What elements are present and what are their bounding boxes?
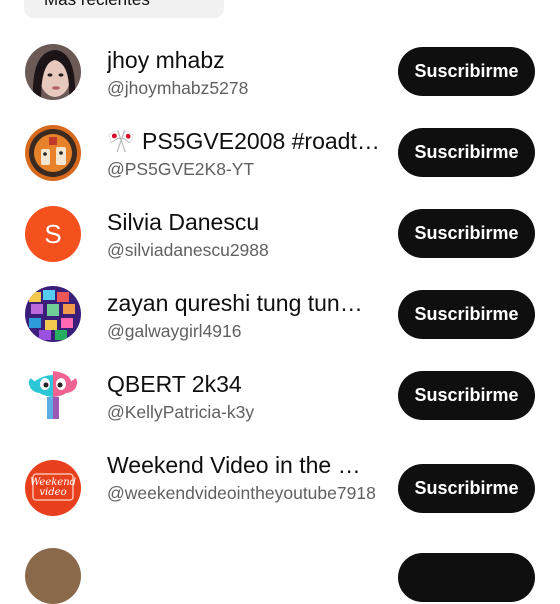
channel-name: 🎌 PS5GVE2008 #roadt…: [107, 128, 380, 154]
subscribe-button[interactable]: Suscribirme: [398, 464, 535, 513]
channel-name: QBERT 2k34: [107, 371, 242, 397]
subscribe-button[interactable]: Suscribirme: [398, 209, 535, 258]
weekend-video-logo-icon: Weekend video: [25, 460, 81, 516]
channel-avatar[interactable]: Weekend video: [25, 460, 81, 516]
channel-avatar[interactable]: [25, 367, 81, 423]
channel-handle: @jhoymhabz5278: [107, 78, 249, 98]
logo-line-2: video: [39, 487, 66, 498]
subscribe-button[interactable]: Suscribirme: [398, 128, 535, 177]
channel-avatar[interactable]: [25, 44, 81, 100]
channel-handle: @weekendvideointheyoutube7918: [107, 483, 376, 503]
subscribe-button[interactable]: Suscribirme: [398, 47, 535, 96]
channel-handle: @KellyPatricia-k3y: [107, 402, 255, 422]
filter-chip-most-recent[interactable]: Más recientes: [24, 0, 224, 18]
channel-handle: @PS5GVE2K8-YT: [107, 159, 255, 179]
filter-chip-label: Más recientes: [44, 0, 150, 9]
photo-avatar-icon: [25, 44, 81, 100]
letter-avatar-icon: S: [25, 206, 81, 262]
channel-avatar[interactable]: S: [25, 206, 81, 262]
subscribe-button[interactable]: Suscribirme: [398, 371, 535, 420]
channel-name: Weekend Video in the …: [107, 452, 361, 478]
channel-name: zayan qureshi tung tun…: [107, 290, 363, 316]
channel-handle: @galwaygirl4916: [107, 321, 242, 341]
character-avatar-icon: [25, 367, 81, 423]
collage-avatar-icon: [25, 286, 81, 342]
channel-avatar[interactable]: [25, 286, 81, 342]
channel-handle: @silviadanescu2988: [107, 240, 269, 260]
channel-avatar[interactable]: [25, 125, 81, 181]
avatar-letter: S: [44, 219, 61, 249]
next-subscribe-button[interactable]: [398, 553, 535, 602]
subscribe-button[interactable]: Suscribirme: [398, 290, 535, 339]
next-channel-avatar[interactable]: [25, 548, 81, 604]
cartoon-avatar-icon: [25, 125, 81, 181]
channel-name: jhoy mhabz: [107, 47, 225, 73]
channel-name: Silvia Danescu: [107, 209, 260, 235]
